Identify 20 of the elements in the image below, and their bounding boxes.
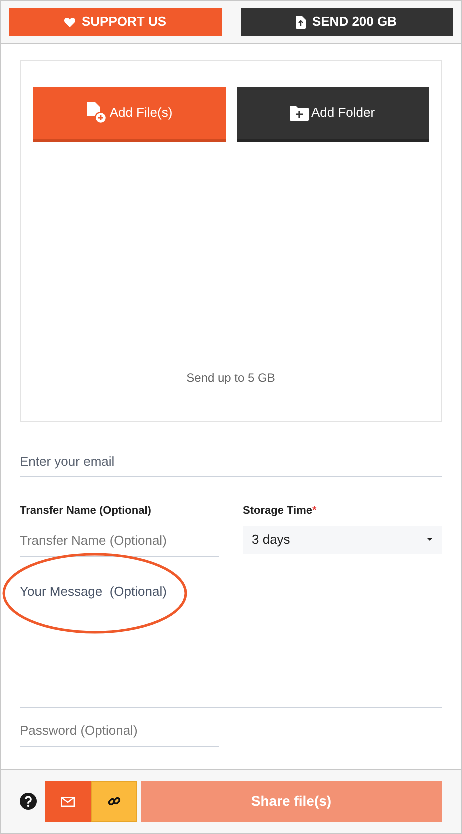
email-field[interactable]: Enter your email [20, 446, 442, 477]
folder-add-icon [290, 104, 310, 122]
link-mode-button[interactable] [91, 781, 137, 822]
password-field[interactable]: Password (Optional) [20, 716, 219, 746]
drop-zone[interactable]: Add File(s) Add Folder Send up to 5 GB [20, 60, 442, 422]
file-upload-icon [296, 16, 306, 28]
message-field[interactable]: Your Message (Optional) [20, 574, 442, 708]
caret-icon [427, 538, 433, 541]
file-add-icon [86, 102, 108, 124]
upload-limit-text: Send up to 5 GB [186, 370, 276, 387]
storage-time-select[interactable]: 3 days [243, 526, 442, 554]
help-icon[interactable] [20, 793, 37, 810]
add-folder-button[interactable]: Add Folder [236, 87, 429, 142]
transfer-name-field[interactable]: Transfer Name (Optional) [20, 526, 219, 556]
envelope-icon [61, 796, 75, 806]
send-button[interactable]: SEND 200 GB [240, 8, 453, 36]
link-icon [108, 795, 120, 808]
field-label: Transfer Name (Optional) [20, 504, 152, 519]
field-label: Storage Time* [243, 504, 318, 519]
heart-icon [64, 16, 76, 28]
